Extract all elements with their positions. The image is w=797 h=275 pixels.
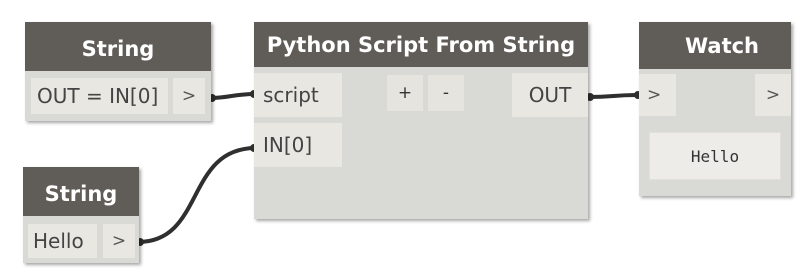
input-port-script[interactable]: script: [254, 73, 342, 117]
graph-canvas[interactable]: String OUT = IN[0] > Python Script From …: [0, 0, 797, 275]
input-port-arrow[interactable]: >: [639, 74, 676, 116]
input-port-in0[interactable]: IN[0]: [254, 123, 342, 167]
output-port-arrow[interactable]: >: [173, 78, 205, 114]
output-port-arrow[interactable]: >: [103, 224, 135, 258]
watch-node[interactable]: Watch > > Hello: [639, 22, 791, 196]
node-title: Python Script From String: [254, 22, 588, 67]
output-port-arrow[interactable]: >: [755, 74, 791, 116]
add-input-button[interactable]: +: [387, 75, 423, 111]
node-title: String: [23, 167, 139, 216]
string-value-field[interactable]: Hello: [28, 224, 97, 258]
output-port-out[interactable]: OUT: [512, 73, 588, 117]
wire-hello-to-in0: [137, 146, 257, 244]
string-node-bottom[interactable]: String Hello >: [23, 167, 139, 263]
node-title: String: [25, 22, 211, 71]
string-value-field[interactable]: OUT = IN[0]: [31, 78, 168, 114]
string-node-top[interactable]: String OUT = IN[0] >: [25, 22, 211, 121]
watch-value-display: Hello: [649, 132, 781, 180]
node-title: Watch: [639, 22, 791, 69]
wire-out-to-watch: [587, 93, 641, 99]
python-script-node[interactable]: Python Script From String script IN[0] +…: [254, 22, 588, 219]
wire-string-to-script: [209, 92, 257, 100]
remove-input-button[interactable]: -: [428, 75, 464, 111]
